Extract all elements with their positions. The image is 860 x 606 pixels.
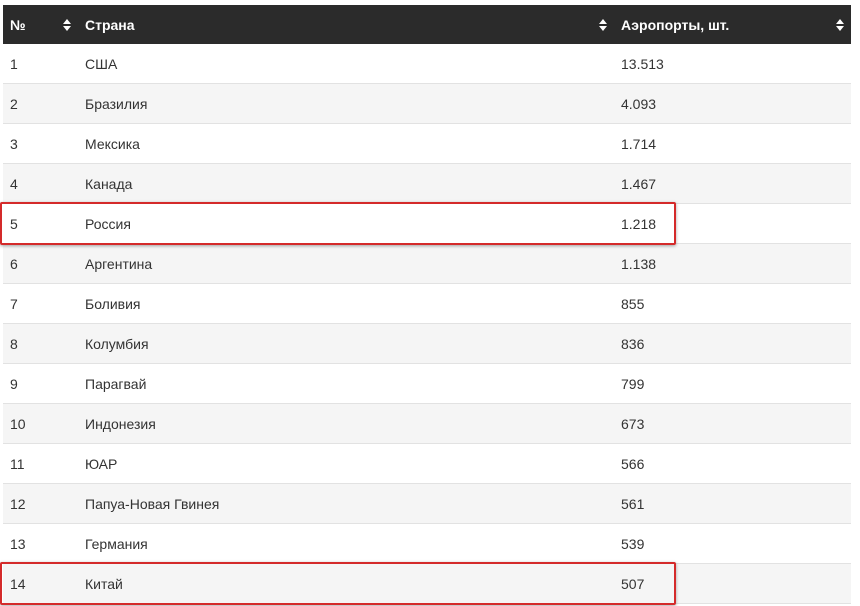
- cell-country: Канада: [85, 175, 133, 192]
- cell-airports: 4.093: [621, 95, 657, 112]
- cell-num: 13: [10, 535, 26, 552]
- cell-airports: 1.714: [621, 135, 657, 152]
- cell-airports: 855: [621, 295, 645, 312]
- cell-country: Бразилия: [85, 95, 148, 112]
- cell-num: 3: [10, 135, 18, 152]
- cell-airports: 1.138: [621, 255, 657, 272]
- cell-airports: 673: [621, 415, 645, 432]
- sort-icon[interactable]: [598, 18, 608, 32]
- cell-country: США: [85, 55, 118, 72]
- cell-airports: 539: [621, 535, 645, 552]
- table-row: 6 Аргентина 1.138: [3, 244, 851, 284]
- cell-num: 9: [10, 375, 18, 392]
- cell-country: Мексика: [85, 135, 140, 152]
- sort-icon[interactable]: [835, 18, 845, 32]
- cell-airports: 561: [621, 495, 645, 512]
- cell-num: 7: [10, 295, 18, 312]
- cell-country: Папуа-Новая Гвинея: [85, 495, 220, 512]
- cell-country: Аргентина: [85, 255, 153, 272]
- table-row: 3 Мексика 1.714: [3, 124, 851, 164]
- table-row: 5 Россия 1.218: [3, 204, 851, 244]
- table-row: 9 Парагвай 799: [3, 364, 851, 404]
- airports-table: № Страна Аэропорты, шт. 1 США 13.513 2 Б…: [3, 5, 851, 604]
- table-body: 1 США 13.513 2 Бразилия 4.093 3 Мексика 1.714 4 Ка…: [3, 44, 851, 604]
- header-num[interactable]: №: [3, 5, 78, 44]
- cell-country: ЮАР: [85, 455, 118, 472]
- table-row: 11 ЮАР 566: [3, 444, 851, 484]
- table-row: 7 Боливия 855: [3, 284, 851, 324]
- cell-num: 6: [10, 255, 18, 272]
- cell-airports: 566: [621, 455, 645, 472]
- cell-airports: 836: [621, 335, 645, 352]
- table-row: 14 Китай 507: [3, 564, 851, 604]
- cell-num: 12: [10, 495, 26, 512]
- header-airports-label: Аэропорты, шт.: [621, 16, 730, 33]
- cell-num: 11: [10, 455, 25, 472]
- cell-num: 8: [10, 335, 18, 352]
- header-country-label: Страна: [85, 16, 135, 33]
- table-row: 2 Бразилия 4.093: [3, 84, 851, 124]
- cell-num: 2: [10, 95, 18, 112]
- cell-country: Колумбия: [85, 335, 149, 352]
- cell-airports: 507: [621, 575, 645, 592]
- table-header: № Страна Аэропорты, шт.: [3, 5, 851, 44]
- header-airports[interactable]: Аэропорты, шт.: [614, 5, 851, 44]
- header-num-label: №: [10, 16, 26, 33]
- table-row: 4 Канада 1.467: [3, 164, 851, 204]
- table-row: 8 Колумбия 836: [3, 324, 851, 364]
- sort-icon[interactable]: [62, 18, 72, 32]
- cell-num: 14: [10, 575, 26, 592]
- cell-airports: 1.467: [621, 175, 657, 192]
- table-row: 13 Германия 539: [3, 524, 851, 564]
- cell-country: Россия: [85, 215, 131, 232]
- cell-airports: 799: [621, 375, 645, 392]
- cell-country: Индонезия: [85, 415, 156, 432]
- cell-num: 4: [10, 175, 18, 192]
- table-row: 12 Папуа-Новая Гвинея 561: [3, 484, 851, 524]
- cell-country: Германия: [85, 535, 148, 552]
- cell-country: Парагвай: [85, 375, 147, 392]
- header-country[interactable]: Страна: [78, 5, 614, 44]
- cell-num: 1: [10, 55, 18, 72]
- cell-num: 5: [10, 215, 18, 232]
- cell-country: Китай: [85, 575, 123, 592]
- table-row: 10 Индонезия 673: [3, 404, 851, 444]
- cell-airports: 1.218: [621, 215, 657, 232]
- cell-num: 10: [10, 415, 26, 432]
- table-row: 1 США 13.513: [3, 44, 851, 84]
- cell-country: Боливия: [85, 295, 141, 312]
- cell-airports: 13.513: [621, 55, 664, 72]
